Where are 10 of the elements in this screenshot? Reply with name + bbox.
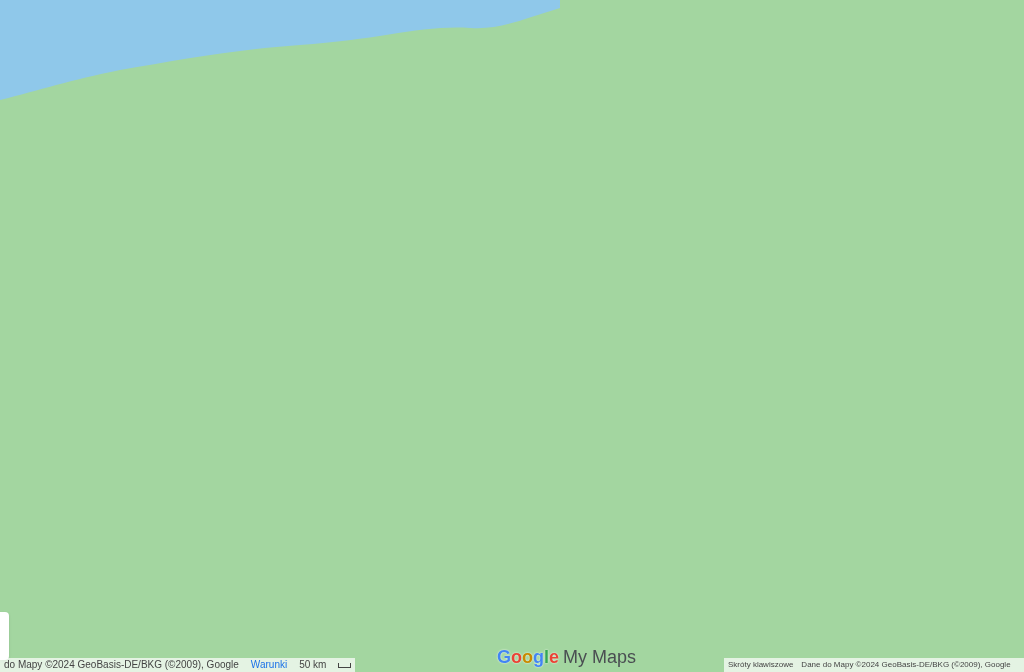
map-background[interactable] (0, 0, 1024, 672)
scale-label: 50 km (299, 660, 327, 670)
zoom-control[interactable] (0, 612, 9, 660)
google-logo: Google (497, 646, 560, 669)
shortcuts-link[interactable]: Skróty klawiszowe (728, 661, 794, 669)
terms-link[interactable]: Warunki (250, 660, 288, 670)
my-maps-label: My Maps (563, 646, 637, 669)
map-attribution: Dane do Mapy ©2024 GeoBasis-DE/BKG (©2009), Google (801, 661, 1011, 669)
map-attribution: do Mapy ©2024 GeoBasis-DE/BKG (©2009), Google (4, 660, 239, 670)
scale-bar (338, 662, 351, 668)
